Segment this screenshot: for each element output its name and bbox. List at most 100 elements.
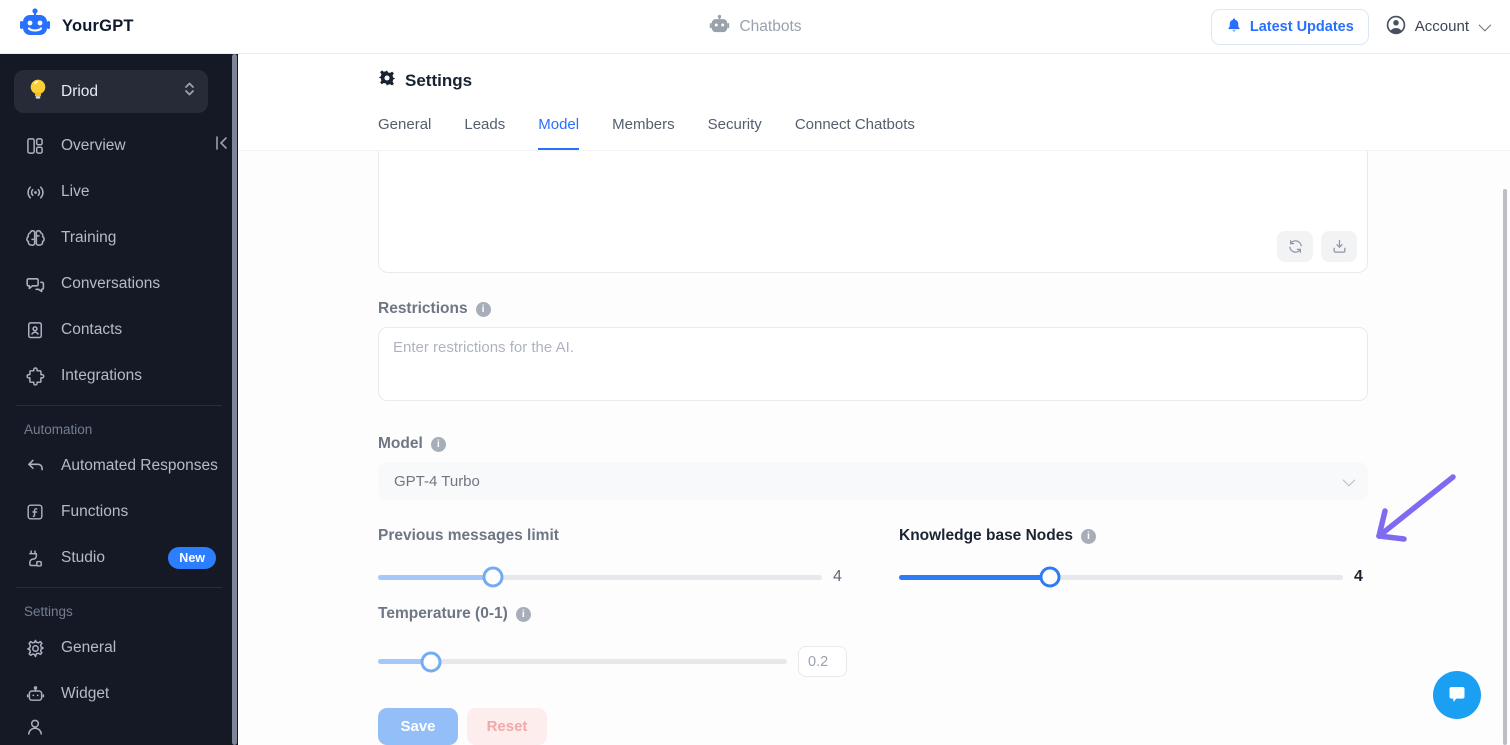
restrictions-label-text: Restrictions: [378, 300, 468, 317]
tab-security[interactable]: Security: [708, 116, 762, 150]
automation-section-title: Automation: [24, 422, 93, 437]
prev-messages-value: 4: [833, 568, 842, 585]
bell-icon: [1226, 17, 1242, 37]
sidebar-item-label: Studio: [61, 549, 105, 566]
temperature-label: Temperature (0-1): [378, 605, 847, 623]
slider-handle[interactable]: [482, 566, 504, 588]
sidebar-item-studio[interactable]: Studio New: [0, 535, 238, 581]
workspace-switcher[interactable]: Driod: [14, 70, 208, 113]
chat-bubble-icon: [1445, 682, 1469, 709]
settings-header: Settings General Leads Model Members Sec…: [238, 54, 1510, 151]
kb-nodes-label: Knowledge base Nodes: [899, 527, 1368, 545]
prev-messages-label-text: Previous messages limit: [378, 527, 559, 544]
sidebar-item-label: Contacts: [61, 321, 123, 338]
live-icon: [24, 181, 46, 203]
account-menu[interactable]: Account: [1385, 14, 1492, 40]
brand-name: YourGPT: [62, 17, 134, 35]
main-content: Settings General Leads Model Members Sec…: [238, 54, 1510, 745]
sidebar-item-label: Conversations: [61, 275, 161, 292]
slider-handle[interactable]: [1039, 566, 1061, 588]
save-button[interactable]: Save: [378, 708, 458, 745]
sidebar-item-contacts[interactable]: Contacts: [0, 307, 238, 353]
tab-leads[interactable]: Leads: [464, 116, 505, 150]
sidebar-item-label: Training: [61, 229, 117, 246]
tab-model[interactable]: Model: [538, 116, 580, 150]
gear-icon: [24, 637, 46, 659]
undo-arrow-icon: [24, 455, 46, 477]
temperature-input[interactable]: [798, 646, 847, 677]
page-scrollbar[interactable]: [1503, 189, 1507, 745]
widget-robot-icon: [24, 683, 46, 705]
kb-nodes-field: Knowledge base Nodes 4: [899, 527, 1368, 588]
prev-messages-field: Previous messages limit 4: [378, 527, 847, 588]
info-icon[interactable]: [1080, 528, 1096, 544]
settings-gear-icon: [378, 69, 396, 92]
training-brain-icon: [24, 227, 46, 249]
latest-updates-label: Latest Updates: [1249, 18, 1354, 35]
prompt-box[interactable]: [378, 151, 1368, 273]
chatbot-icon: [708, 14, 730, 41]
workspace-name: Driod: [61, 82, 99, 100]
sidebar-item-label: Automated Responses: [61, 457, 218, 474]
chevron-down-icon: [1478, 18, 1492, 32]
function-icon: [24, 501, 46, 523]
chatbots-breadcrumb[interactable]: Chatbots: [708, 0, 802, 54]
sidebar-item-overview[interactable]: Overview: [0, 123, 238, 169]
restrictions-input[interactable]: [378, 327, 1368, 401]
sidebar-item-label: Integrations: [61, 367, 142, 384]
collapse-sidebar-icon[interactable]: [213, 134, 231, 157]
model-label: Model: [378, 435, 1368, 453]
sidebar-scrollbar[interactable]: [232, 54, 237, 745]
lightbulb-icon: [26, 77, 50, 106]
sidebar-item-automated-responses[interactable]: Automated Responses: [0, 443, 238, 489]
chatbots-label: Chatbots: [739, 18, 802, 35]
model-select[interactable]: GPT-4 Turbo: [378, 462, 1368, 500]
sidebar-item-label: Functions: [61, 503, 129, 520]
avatar-icon: [1385, 14, 1407, 40]
sidebar-item-label: Overview: [61, 137, 126, 154]
studio-plug-icon: [24, 547, 46, 569]
integrations-puzzle-icon: [24, 365, 46, 387]
temperature-slider[interactable]: [378, 651, 787, 672]
page-title-label: Settings: [405, 70, 473, 90]
kb-nodes-value: 4: [1354, 568, 1363, 585]
sidebar-item-label: Live: [61, 183, 90, 200]
temperature-label-text: Temperature (0-1): [378, 605, 508, 622]
sidebar-item-general[interactable]: General: [0, 625, 238, 671]
refresh-button[interactable]: [1277, 231, 1313, 262]
tab-general[interactable]: General: [378, 116, 431, 150]
sidebar-item-functions[interactable]: Functions: [0, 489, 238, 535]
model-label-text: Model: [378, 435, 423, 452]
overview-icon: [24, 135, 46, 157]
person-icon: [24, 717, 46, 737]
sidebar-item-training[interactable]: Training: [0, 215, 238, 261]
brand: YourGPT: [0, 7, 134, 46]
account-label: Account: [1414, 18, 1469, 35]
contacts-icon: [24, 319, 46, 341]
sidebar-item-integrations[interactable]: Integrations: [0, 353, 238, 399]
settings-section-title: Settings: [24, 604, 73, 619]
info-icon[interactable]: [475, 301, 491, 317]
new-badge: New: [168, 547, 216, 569]
sidebar-item-label: Widget: [61, 685, 110, 702]
chevron-updown-icon: [183, 81, 196, 102]
sidebar-divider: [16, 587, 222, 588]
kb-nodes-label-text: Knowledge base Nodes: [899, 527, 1073, 544]
sidebar-item-partial[interactable]: [0, 717, 238, 737]
tab-members[interactable]: Members: [612, 116, 675, 150]
tab-connect-chatbots[interactable]: Connect Chatbots: [795, 116, 915, 150]
slider-handle[interactable]: [420, 651, 442, 672]
reset-button[interactable]: Reset: [467, 708, 547, 745]
latest-updates-button[interactable]: Latest Updates: [1210, 8, 1369, 45]
sidebar: Driod Overview Live Training Conversatio…: [0, 54, 238, 745]
download-button[interactable]: [1321, 231, 1357, 262]
sidebar-item-live[interactable]: Live: [0, 169, 238, 215]
temperature-field: Temperature (0-1): [378, 605, 847, 677]
sidebar-item-conversations[interactable]: Conversations: [0, 261, 238, 307]
kb-nodes-slider[interactable]: [899, 566, 1343, 588]
chat-widget-button[interactable]: [1433, 671, 1481, 719]
prev-messages-slider[interactable]: [378, 566, 822, 588]
info-icon[interactable]: [430, 436, 446, 452]
info-icon[interactable]: [515, 606, 531, 622]
sidebar-item-widget[interactable]: Widget: [0, 671, 238, 717]
